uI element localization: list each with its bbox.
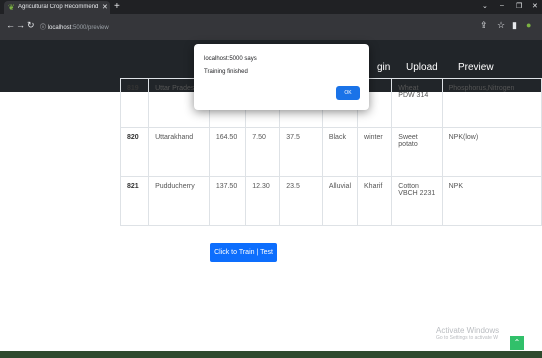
close-window-button[interactable]: ✕	[532, 2, 538, 10]
activate-windows-watermark: Activate Windows Go to Settings to activ…	[436, 326, 499, 341]
nav-upload-link[interactable]: Upload	[406, 62, 438, 73]
table-cell-fert: NPK	[441, 176, 542, 226]
tab-search-icon[interactable]: ⌄	[482, 2, 488, 10]
reload-icon[interactable]: ↻	[27, 20, 35, 31]
table-cell-n: 164.50	[208, 127, 247, 177]
profile-avatar-icon[interactable]: ●	[526, 20, 531, 30]
watermark-line1: Activate Windows	[436, 326, 500, 335]
train-test-button[interactable]: Click to Train | Test	[210, 243, 277, 262]
table-cell-season: winter	[357, 127, 393, 177]
table-cell-fert: NPK(low)	[441, 127, 542, 177]
table-cell-soil: Alluvial	[321, 176, 359, 226]
table-cell-k: 23.5	[279, 176, 323, 226]
table-cell-crop: Cotton VBCH 2231	[391, 176, 443, 226]
nav-login-link[interactable]: gin	[377, 62, 390, 73]
dialog-title: localhost:5000 says	[204, 56, 257, 62]
table-cell-state: Pudducherry	[148, 176, 210, 226]
table-cell-id: 819	[119, 78, 150, 128]
table-cell-k: 37.5	[279, 127, 323, 177]
watermark-line2: Go to Settings to activate W	[436, 335, 498, 341]
address-bar: ← → ↻ ⓘ localhost:5000/preview ⇪ ☆ ▮ ●	[0, 14, 542, 40]
table-cell-id: 820	[119, 127, 150, 177]
scroll-top-button[interactable]: ⌃	[510, 336, 524, 350]
url-host: localhost	[47, 25, 72, 31]
table-cell-soil: Black	[321, 127, 359, 177]
url-field[interactable]: ⓘ localhost:5000/preview	[40, 22, 109, 31]
table-cell-n: 137.50	[208, 176, 247, 226]
table-cell-p: 12.30	[245, 176, 281, 226]
table-row: 821 Pudducherry 137.50 12.30 23.5 Alluvial Kha…	[119, 176, 542, 226]
url-path: :5000/preview	[71, 25, 109, 31]
tab-title: Agricultural Crop Recommendati	[18, 4, 98, 10]
alert-dialog: localhost:5000 says Training finished OK	[194, 44, 369, 110]
forward-arrow-icon[interactable]: →	[16, 20, 25, 30]
table-cell-state: Uttarakhand	[148, 127, 210, 177]
table-cell-fert: Phosphorus,Nitrogen	[441, 78, 542, 128]
dialog-ok-button[interactable]: OK	[336, 86, 360, 100]
dialog-message: Training finished	[204, 69, 248, 75]
restore-button[interactable]: ❐	[516, 2, 522, 10]
minimize-button[interactable]: –	[500, 2, 504, 9]
table-row: 820 Uttarakhand 164.50 7.50 37.5 Black winter S…	[119, 127, 542, 177]
page-footer	[0, 351, 542, 358]
table-cell-crop: Sweet potato	[391, 127, 443, 177]
table-cell-p: 7.50	[245, 127, 281, 177]
leaf-icon: ❦	[8, 3, 15, 12]
nav-preview-link[interactable]: Preview	[458, 62, 494, 73]
main-content: 819 Uttar Pradesh Wheat PDW 314 Phosphorus,…	[0, 78, 542, 358]
browser-tab-bar: ❦ Agricultural Crop Recommendati ✕ + ⌄ –…	[0, 0, 542, 14]
browser-tab[interactable]: ❦ Agricultural Crop Recommendati ✕	[4, 1, 110, 14]
info-icon: ⓘ	[40, 25, 48, 31]
table-cell-season: Kharif	[357, 176, 393, 226]
table-cell-id: 821	[119, 176, 150, 226]
table-cell-crop: Wheat PDW 314	[391, 78, 443, 128]
new-tab-button[interactable]: +	[114, 1, 120, 12]
back-arrow-icon[interactable]: ←	[6, 20, 15, 30]
sidepanel-icon[interactable]: ▮	[512, 20, 517, 31]
share-icon[interactable]: ⇪	[480, 20, 488, 31]
chevron-up-icon: ⌃	[513, 338, 521, 347]
close-tab-icon[interactable]: ✕	[102, 3, 108, 11]
bookmark-star-icon[interactable]: ☆	[497, 20, 505, 31]
